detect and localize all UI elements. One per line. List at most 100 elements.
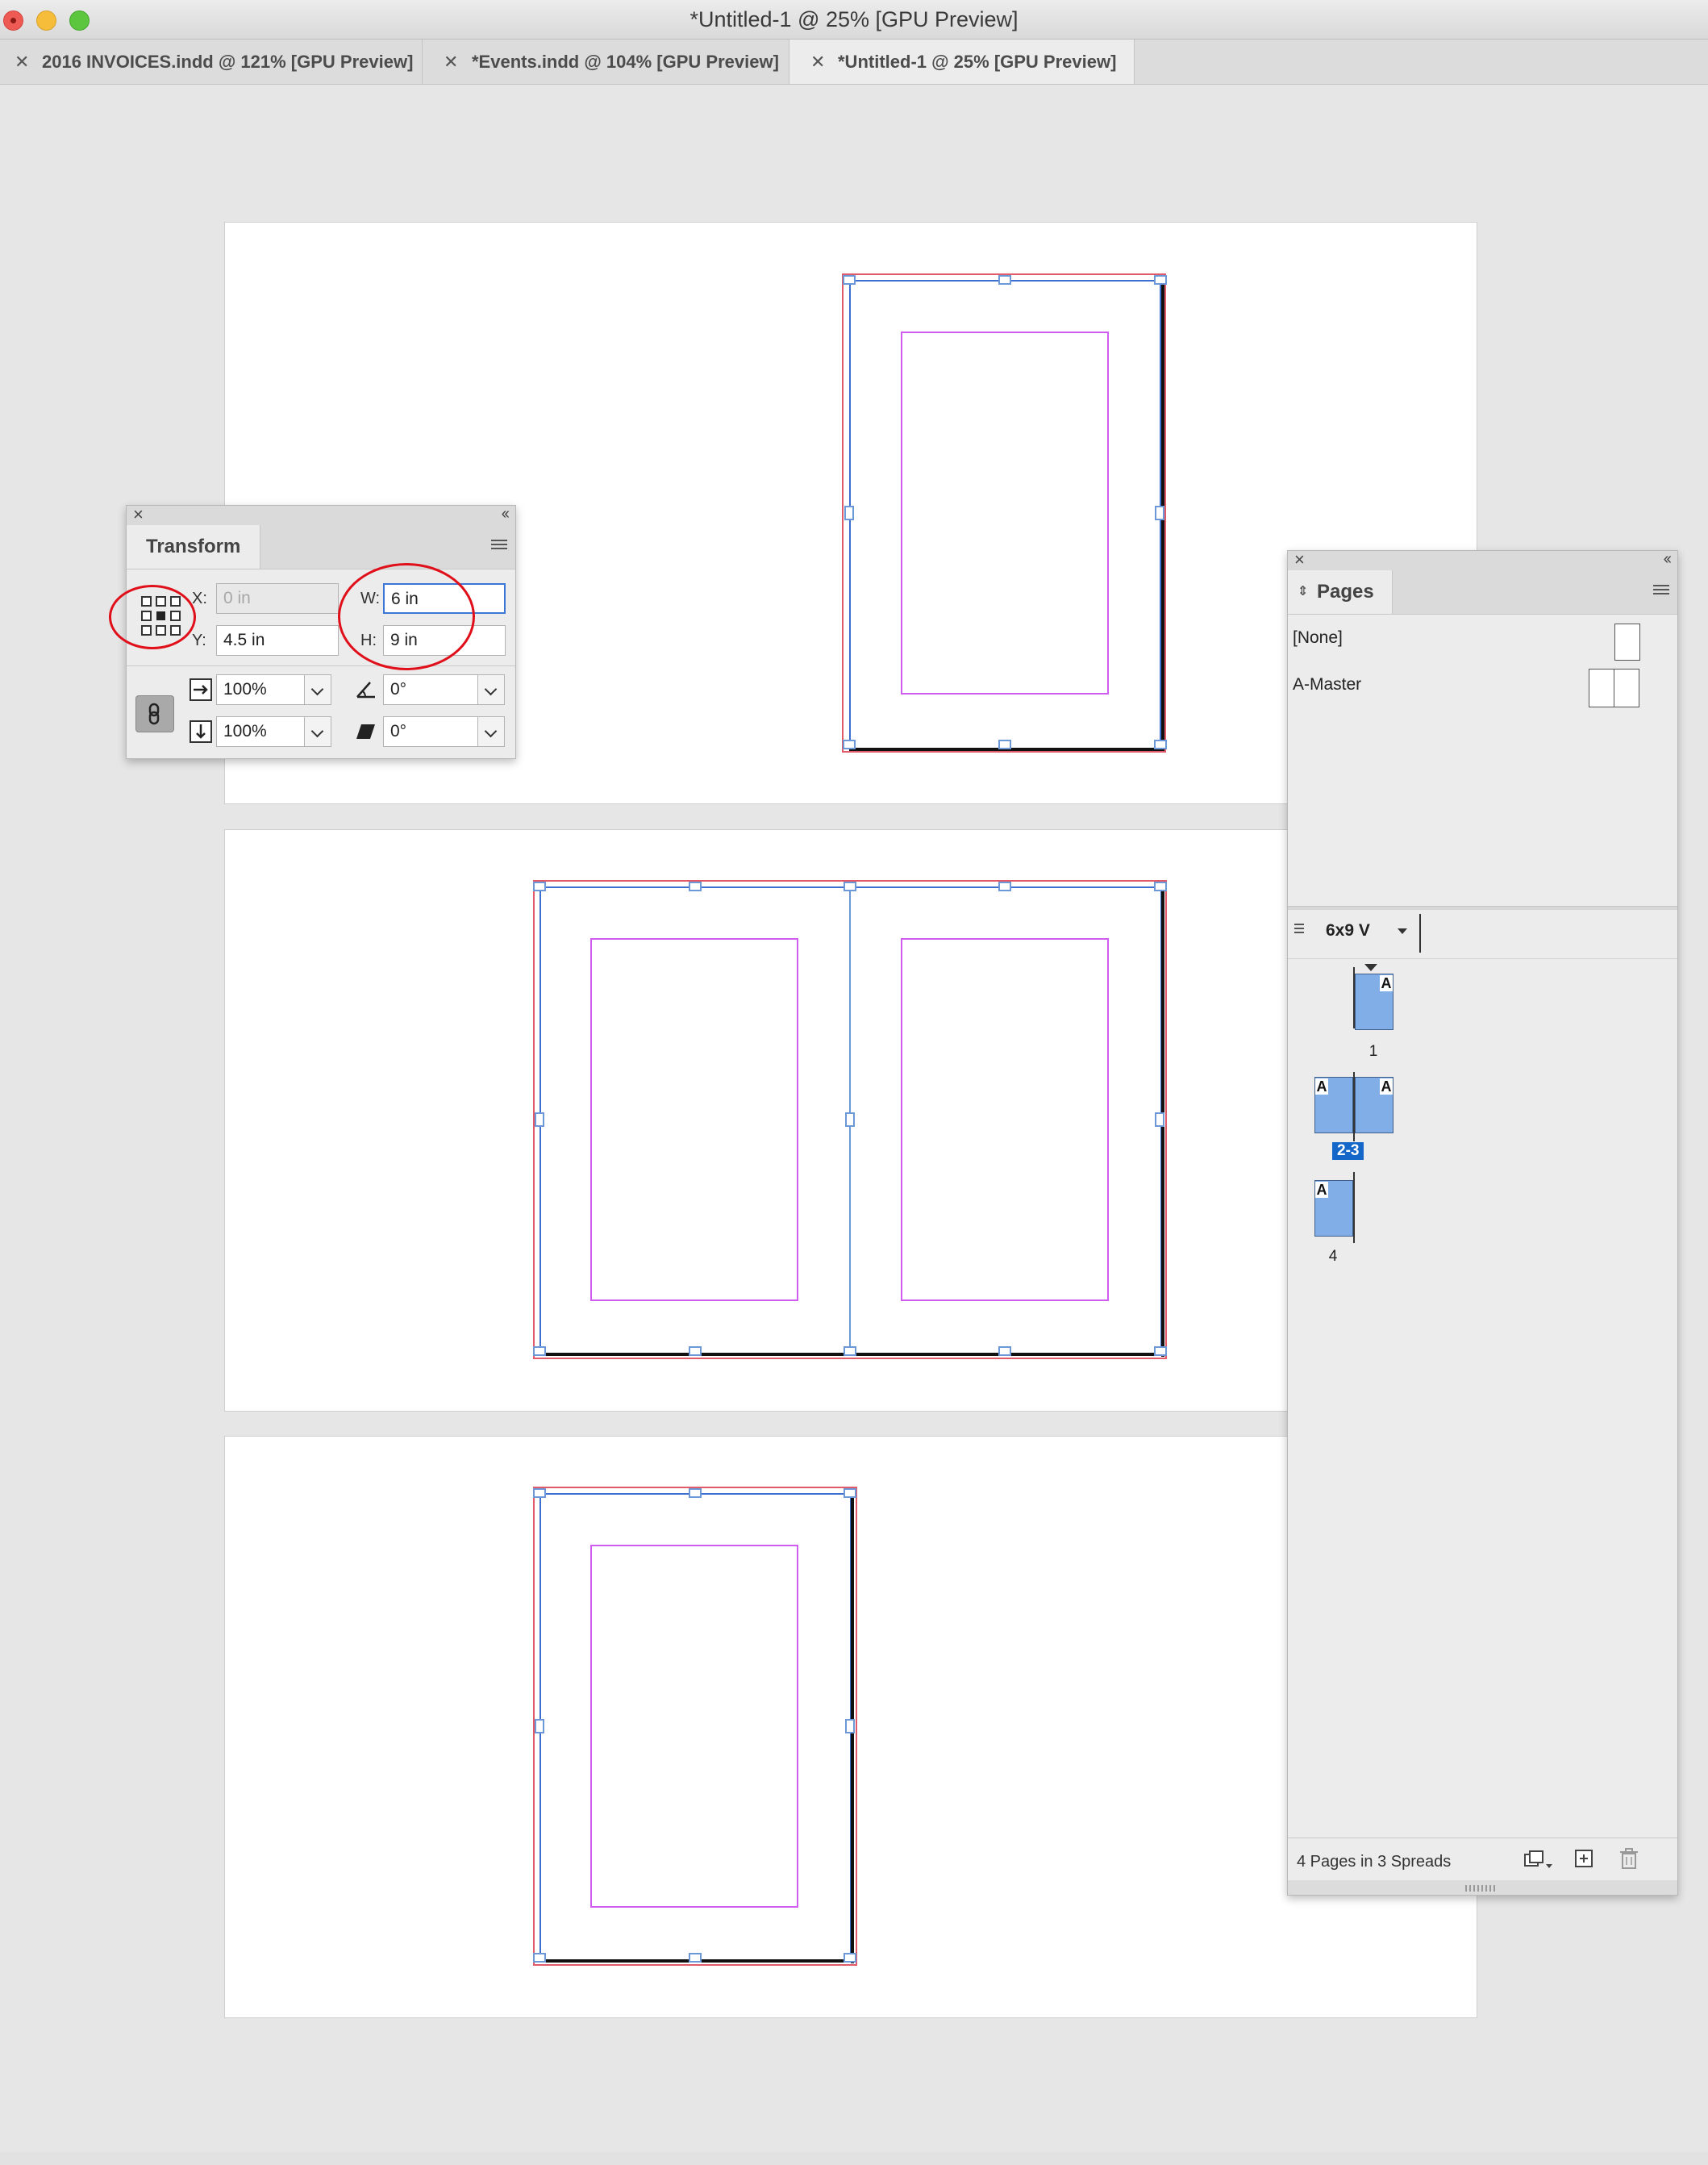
resize-handle[interactable]	[844, 1488, 856, 1498]
tab-untitled-1[interactable]: ✕ *Untitled-1 @ 25% [GPU Preview]	[789, 40, 1135, 84]
resize-handle[interactable]	[998, 740, 1011, 749]
panel-title: Pages	[1317, 581, 1374, 603]
master-prefix-label: A	[1315, 1182, 1328, 1198]
page-size-select[interactable]: 6x9 V	[1326, 921, 1370, 941]
panel-tab-row: ⇕ Pages	[1288, 570, 1677, 615]
link-icon	[148, 703, 160, 725]
master-a-left-thumbnail[interactable]	[1589, 669, 1614, 707]
spread-number-label-selected[interactable]: 2-3	[1332, 1142, 1364, 1160]
new-page-icon[interactable]	[1573, 1848, 1594, 1869]
page-number-label[interactable]: 4	[1323, 1248, 1343, 1266]
resize-handle[interactable]	[533, 882, 546, 891]
resize-handle[interactable]	[845, 1112, 855, 1127]
master-none[interactable]: [None]	[1293, 628, 1343, 648]
scale-y-dropdown[interactable]	[304, 716, 331, 747]
grip-icon	[1294, 924, 1304, 936]
section-divider	[1288, 906, 1677, 910]
title-bar: *Untitled-1 @ 25% [GPU Preview]	[0, 0, 1708, 40]
resize-handle[interactable]	[843, 275, 856, 285]
status-bar	[0, 2152, 1708, 2165]
resize-handle[interactable]	[843, 740, 856, 749]
resize-handle[interactable]	[689, 1346, 702, 1356]
x-label: X:	[192, 590, 207, 607]
scale-x-field[interactable]: 100%	[216, 674, 305, 705]
margin-guide	[901, 938, 1109, 1301]
sort-icon: ⇕	[1298, 585, 1309, 599]
scale-x-icon	[190, 678, 212, 701]
resize-handle[interactable]	[535, 1719, 544, 1733]
close-icon[interactable]: ✕	[15, 40, 29, 84]
tab-label: *Untitled-1 @ 25% [GPU Preview]	[838, 52, 1117, 72]
trash-icon[interactable]	[1618, 1847, 1639, 1870]
panel-menu-icon[interactable]	[491, 540, 507, 553]
window-title: *Untitled-1 @ 25% [GPU Preview]	[689, 7, 1019, 31]
resize-handle[interactable]	[844, 1346, 856, 1356]
panel-tab-row: Transform	[127, 525, 515, 569]
resize-handle[interactable]	[1155, 1112, 1164, 1127]
chevron-down-icon[interactable]	[1398, 928, 1407, 934]
master-a[interactable]: A-Master	[1293, 675, 1361, 695]
pages-panel: × ‹‹ ⇕ Pages [None] A-Master 6x9 V A 1 A…	[1287, 549, 1678, 1896]
tab-label: *Events.indd @ 104% [GPU Preview]	[472, 52, 779, 72]
divider	[127, 665, 515, 666]
panel-header: × ‹‹	[127, 504, 515, 526]
scale-x-dropdown[interactable]	[304, 674, 331, 705]
resize-handle[interactable]	[998, 1346, 1011, 1356]
edit-page-size-icon[interactable]	[1522, 1848, 1554, 1871]
page-number-label[interactable]: 1	[1364, 1043, 1383, 1061]
shear-dropdown[interactable]	[477, 716, 505, 747]
tab-transform[interactable]: Transform	[127, 525, 261, 569]
resize-handle[interactable]	[1154, 740, 1167, 749]
document-tab-bar: ✕ 2016 INVOICES.indd @ 121% [GPU Preview…	[0, 40, 1708, 85]
tab-2016-invoices[interactable]: ✕ 2016 INVOICES.indd @ 121% [GPU Preview…	[0, 40, 423, 84]
spine-line	[1353, 1172, 1355, 1243]
y-field[interactable]: 4.5 in	[216, 625, 339, 656]
text-cursor	[1419, 914, 1421, 953]
resize-handle[interactable]	[844, 882, 856, 891]
resize-handle[interactable]	[998, 275, 1011, 285]
shear-field[interactable]: 0°	[383, 716, 478, 747]
resize-handle[interactable]	[533, 1346, 546, 1356]
tab-events[interactable]: ✕ *Events.indd @ 104% [GPU Preview]	[423, 40, 789, 84]
panel-header: × ‹‹	[1288, 549, 1677, 571]
divider	[1288, 958, 1677, 959]
close-icon[interactable]: ✕	[444, 40, 458, 84]
close-icon[interactable]: ×	[133, 504, 144, 525]
x-field[interactable]: 0 in	[216, 583, 339, 614]
resize-handle[interactable]	[689, 1953, 702, 1963]
rotate-dropdown[interactable]	[477, 674, 505, 705]
resize-handle[interactable]	[535, 1112, 544, 1127]
close-icon[interactable]: ✕	[810, 40, 825, 84]
resize-handle[interactable]	[533, 1953, 546, 1963]
resize-handle[interactable]	[533, 1488, 546, 1498]
resize-handle[interactable]	[1154, 1346, 1167, 1356]
resize-handle[interactable]	[844, 1953, 856, 1963]
resize-handle[interactable]	[1154, 882, 1167, 891]
resize-grip[interactable]	[1288, 1880, 1677, 1895]
annotation-circle	[338, 563, 475, 670]
resize-handle[interactable]	[844, 506, 854, 520]
master-a-right-thumbnail[interactable]	[1614, 669, 1639, 707]
rotate-angle-icon	[356, 682, 375, 699]
master-none-thumbnail[interactable]	[1614, 624, 1640, 661]
constrain-proportions-button[interactable]	[135, 695, 174, 732]
resize-handle[interactable]	[998, 882, 1011, 891]
tab-pages[interactable]: ⇕ Pages	[1288, 570, 1393, 614]
scale-y-field[interactable]: 100%	[216, 716, 305, 747]
collapse-icon[interactable]: ‹‹	[1664, 550, 1672, 569]
master-prefix-label: A	[1315, 1078, 1328, 1095]
close-icon[interactable]: ×	[1294, 549, 1305, 570]
margin-guide	[901, 332, 1109, 695]
resize-handle[interactable]	[689, 1488, 702, 1498]
rotate-field[interactable]: 0°	[383, 674, 478, 705]
resize-handle[interactable]	[1154, 275, 1167, 285]
margin-guide	[590, 1545, 798, 1908]
shear-angle-icon	[356, 724, 375, 739]
y-label: Y:	[192, 632, 206, 649]
resize-handle[interactable]	[689, 882, 702, 891]
resize-handle[interactable]	[845, 1719, 855, 1733]
collapse-icon[interactable]: ‹‹	[502, 505, 510, 524]
panel-menu-icon[interactable]	[1653, 585, 1669, 598]
resize-handle[interactable]	[1155, 506, 1164, 520]
master-prefix-label: A	[1380, 975, 1393, 991]
